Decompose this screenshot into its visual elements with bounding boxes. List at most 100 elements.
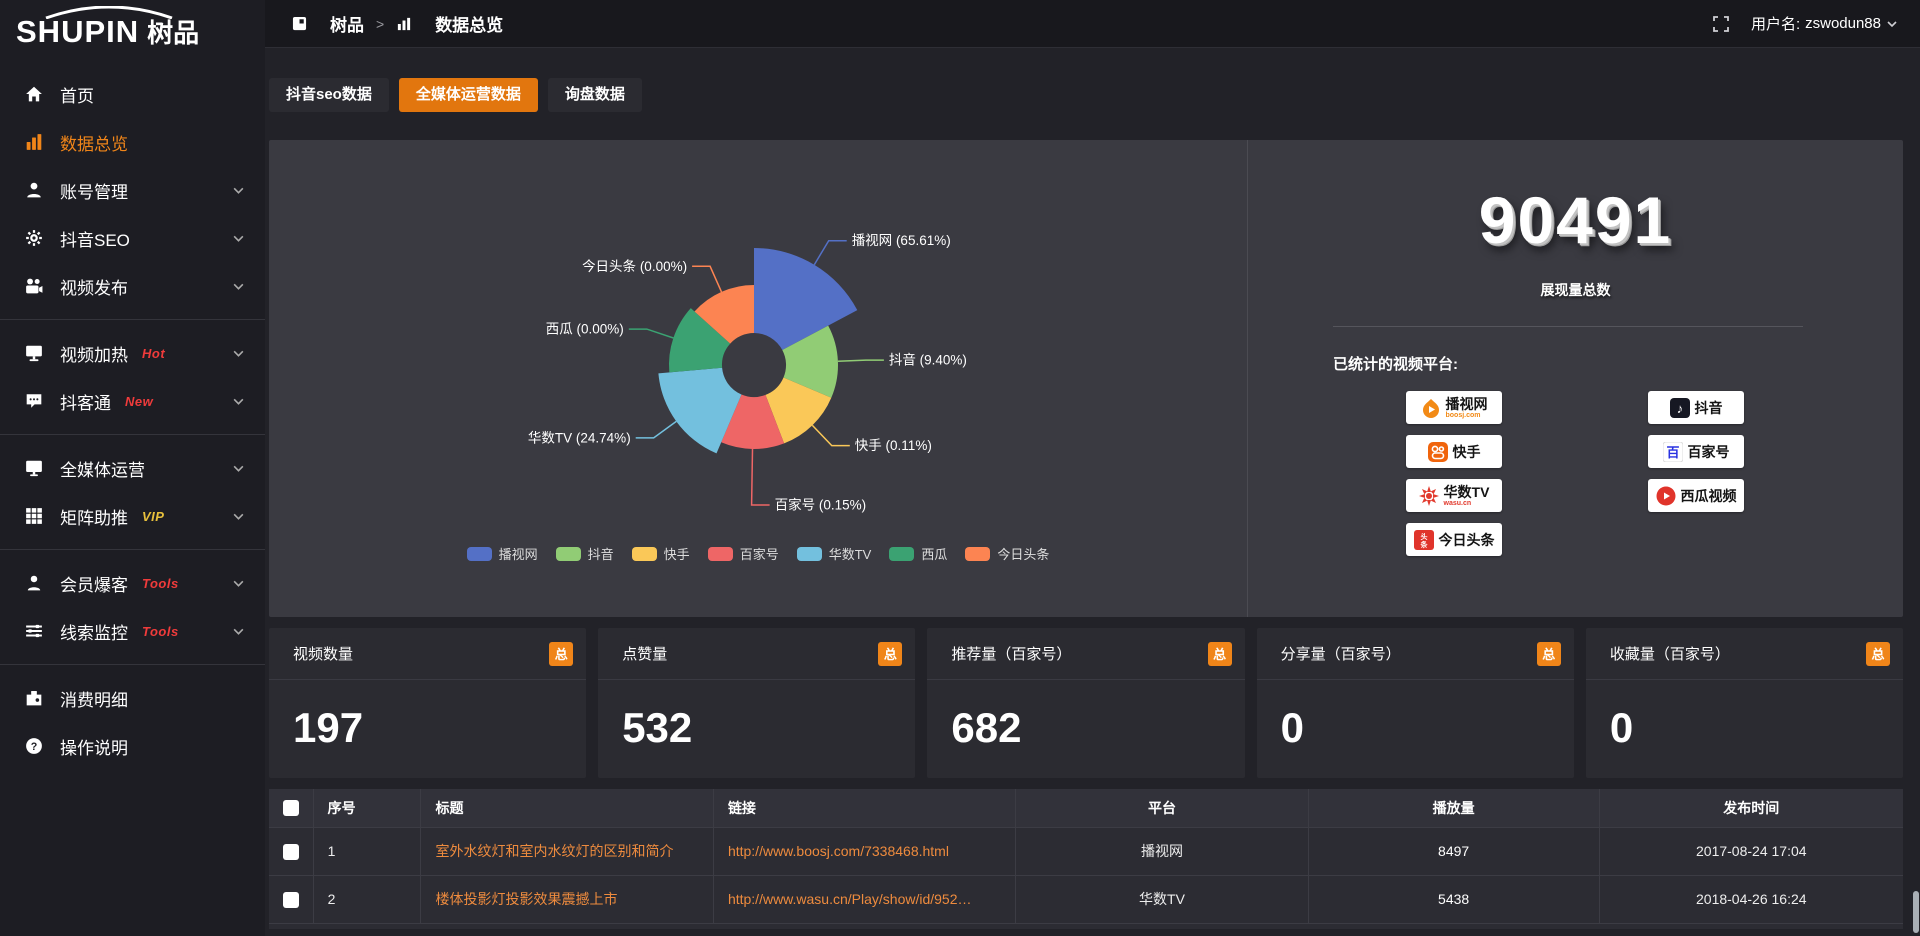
table-header-row: 序号 标题 链接 平台 播放量 发布时间 <box>269 789 1903 827</box>
pie-label-line <box>629 329 674 338</box>
main-area: 树品 > 数据总览 用户名: zswodun88 抖音 <box>265 0 1920 936</box>
tab-全媒体运营数据[interactable]: 全媒体运营数据 <box>399 78 538 112</box>
legend-swatch <box>467 547 492 561</box>
video-url-link[interactable]: http://www.boosj.com/7338468.html <box>728 843 1015 859</box>
wasu-logo <box>1419 486 1439 506</box>
cell-plays: 8497 <box>1308 827 1599 875</box>
cell-time: 2018-04-26 16:24 <box>1599 875 1903 923</box>
sidebar-item-label: 视频发布 <box>60 274 128 299</box>
legend-item-华数TV[interactable]: 华数TV <box>797 544 872 563</box>
sidebar-item-9-会员爆客[interactable]: 会员爆客Tools <box>0 559 265 607</box>
svg-text:?: ? <box>31 741 38 753</box>
video-title-link[interactable]: 楼体投影灯投影效果震撼上市 <box>435 889 712 909</box>
douyin-logo: ♪ <box>1670 398 1690 418</box>
sidebar-item-label: 抖音SEO <box>60 226 130 251</box>
sliders-icon <box>24 621 44 641</box>
chevron-down-icon <box>232 280 245 293</box>
stat-card-value: 0 <box>1257 680 1574 752</box>
stat-card-推荐量（百家号）: 推荐量（百家号）总682 <box>927 628 1244 778</box>
cell-platform: 华数TV <box>1016 875 1308 923</box>
legend-swatch <box>708 547 733 561</box>
user-menu[interactable]: 用户名: zswodun88 <box>1751 13 1898 34</box>
chevron-down-icon <box>232 347 245 360</box>
breadcrumb-home[interactable]: 树品 <box>291 11 364 36</box>
scrollbar-thumb[interactable] <box>1913 891 1919 933</box>
select-all-checkbox[interactable] <box>283 800 299 816</box>
pie-label: 华数TV (24.74%) <box>528 430 631 445</box>
col-header-platform: 平台 <box>1016 789 1308 827</box>
stat-card-视频数量: 视频数量总197 <box>269 628 586 778</box>
total-badge: 总 <box>549 642 573 666</box>
tab-询盘数据[interactable]: 询盘数据 <box>548 78 642 112</box>
table-row: 1室外水纹灯和室内水纹灯的区别和简介http://www.boosj.com/7… <box>269 827 1903 875</box>
chevron-down-icon <box>232 462 245 475</box>
breadcrumb-current[interactable]: 数据总览 <box>396 11 503 36</box>
chevron-down-icon <box>232 625 245 638</box>
bar-chart-icon <box>24 132 44 152</box>
legend-item-西瓜[interactable]: 西瓜 <box>889 544 947 563</box>
pie-label: 百家号 (0.15%) <box>775 497 867 513</box>
sidebar-item-0-首页[interactable]: 首页 <box>0 70 265 118</box>
sidebar-item-10-线索监控[interactable]: 线索监控Tools <box>0 607 265 655</box>
row-checkbox[interactable] <box>283 892 299 908</box>
sidebar-item-label: 视频加热 <box>60 341 128 366</box>
platform-badges: 播视网boosj.com♪抖音快手百百家号华数TVwasu.cn西瓜视频头条今日… <box>1406 391 1903 556</box>
stat-card-value: 682 <box>927 680 1244 752</box>
sidebar-item-2-账号管理[interactable]: 账号管理 <box>0 166 265 214</box>
legend-label: 快手 <box>664 544 690 563</box>
pie-label: 西瓜 (0.00%) <box>546 322 624 337</box>
col-header-plays: 播放量 <box>1308 789 1599 827</box>
platform-badge-播视网: 播视网boosj.com <box>1406 391 1502 424</box>
baijiahao-logo: 百 <box>1663 442 1683 462</box>
gear-icon <box>24 228 44 248</box>
chevron-down-icon <box>232 232 245 245</box>
platform-badge-label: 快手 <box>1453 445 1481 459</box>
video-table-wrap: 序号 标题 链接 平台 播放量 发布时间 1室外水纹灯和室内水纹灯的区别和简介h… <box>269 789 1903 929</box>
tab-抖音seo数据[interactable]: 抖音seo数据 <box>269 78 389 112</box>
legend-item-快手[interactable]: 快手 <box>632 544 690 563</box>
total-badge: 总 <box>1537 642 1561 666</box>
fullscreen-icon[interactable] <box>1713 16 1729 32</box>
row-checkbox[interactable] <box>283 844 299 860</box>
cell-time: 2017-08-24 17:04 <box>1599 827 1903 875</box>
stat-cards-row: 视频数量总197点赞量总532推荐量（百家号）总682分享量（百家号）总0收藏量… <box>269 628 1903 778</box>
sidebar-item-12-操作说明[interactable]: ?操作说明 <box>0 722 265 770</box>
pie-label-line <box>838 360 884 361</box>
sidebar-item-11-消费明细[interactable]: 消费明细 <box>0 674 265 722</box>
sidebar-item-4-视频发布[interactable]: 视频发布 <box>0 262 265 310</box>
legend-item-百家号[interactable]: 百家号 <box>708 544 779 563</box>
platform-badge-西瓜视频: 西瓜视频 <box>1648 479 1744 512</box>
chart-legend: 播视网抖音 快手 百家号华数TV 西瓜今日头条 <box>269 544 1247 563</box>
legend-item-今日头条[interactable]: 今日头条 <box>965 544 1049 563</box>
sidebar-item-7-全媒体运营[interactable]: 全媒体运营 <box>0 444 265 492</box>
sidebar-item-3-抖音SEO[interactable]: 抖音SEO <box>0 214 265 262</box>
app-logo[interactable]: SHUPIN 树品 <box>0 0 265 60</box>
legend-item-播视网[interactable]: 播视网 <box>467 544 538 563</box>
pie-label-line <box>752 449 770 505</box>
breadcrumb-current-label: 数据总览 <box>435 11 503 36</box>
stat-card-点赞量: 点赞量总532 <box>598 628 915 778</box>
video-title-link[interactable]: 室外水纹灯和室内水纹灯的区别和简介 <box>435 841 712 861</box>
sidebar-divider <box>0 664 265 665</box>
platforms-label: 已统计的视频平台: <box>1333 353 1903 374</box>
sidebar-item-6-抖客通[interactable]: 抖客通New <box>0 377 265 425</box>
chevron-down-icon <box>232 577 245 590</box>
legend-swatch <box>556 547 581 561</box>
legend-label: 播视网 <box>499 544 538 563</box>
sidebar-item-8-矩阵助推[interactable]: 矩阵助推VIP <box>0 492 265 540</box>
legend-label: 百家号 <box>740 544 779 563</box>
legend-item-抖音[interactable]: 抖音 <box>556 544 614 563</box>
logo-latin: SHUPIN <box>16 14 139 50</box>
platform-badge-label: 播视网boosj.com <box>1446 397 1488 419</box>
breadcrumb-separator: > <box>376 16 384 32</box>
sidebar-item-tag: Hot <box>142 346 165 361</box>
legend-swatch <box>797 547 822 561</box>
pie-label: 抖音 (9.40%) <box>889 352 967 368</box>
video-url-link[interactable]: http://www.wasu.cn/Play/show/id/952… <box>728 891 1015 907</box>
sidebar-item-label: 首页 <box>60 82 94 107</box>
sidebar-item-1-数据总览[interactable]: 数据总览 <box>0 118 265 166</box>
sidebar-item-5-视频加热[interactable]: 视频加热 Hot <box>0 329 265 377</box>
stat-card-title: 收藏量（百家号） <box>1610 643 1730 664</box>
legend-swatch <box>632 547 657 561</box>
pie-slice-播视网[interactable] <box>754 248 857 350</box>
